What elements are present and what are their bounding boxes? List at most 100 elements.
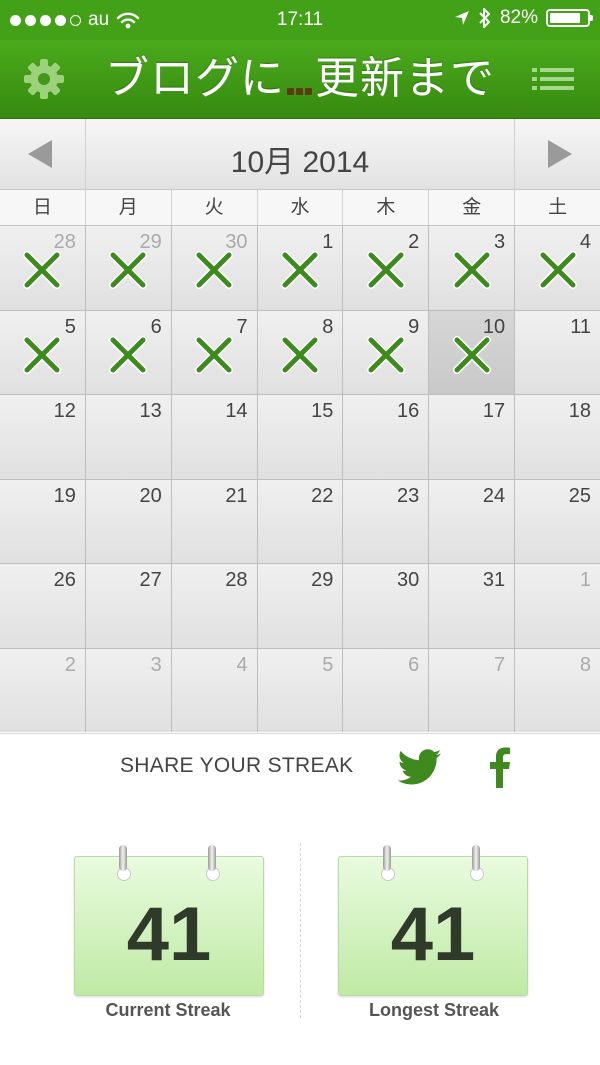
- streak-divider: [300, 843, 301, 1018]
- nav-bar: ブログに 更新まで: [0, 40, 600, 119]
- calendar-grid: 28 29 30 1 2 3 4 5 6 7 8 9 10 11 12 13 14 15 16 17 18 19 20 21 2…: [0, 226, 600, 732]
- day-number: 6: [408, 653, 420, 676]
- arrow-right-icon: [548, 140, 572, 168]
- calendar-day-cell[interactable]: 8: [257, 310, 343, 394]
- calendar-day-cell[interactable]: 24: [429, 479, 515, 563]
- calendar-day-cell[interactable]: 18: [515, 395, 600, 479]
- facebook-icon[interactable]: [484, 746, 514, 788]
- status-right: 82%: [454, 7, 593, 29]
- day-number: 15: [311, 400, 334, 422]
- battery-icon: [546, 9, 593, 27]
- longest-streak-label: Longest Streak: [368, 1000, 500, 1020]
- calendar-day-cell[interactable]: 17: [429, 395, 515, 479]
- weekday-wed: 水: [258, 190, 344, 225]
- card-ring-icon: [119, 845, 127, 871]
- share-bar: SHARE YOUR STREAK: [0, 733, 600, 799]
- card-ring-icon: [383, 845, 391, 871]
- weekday-sun: 日: [0, 190, 86, 225]
- menu-icon[interactable]: [532, 68, 574, 90]
- calendar-day-cell[interactable]: 1: [515, 564, 600, 648]
- calendar-day-cell[interactable]: 28: [171, 564, 257, 648]
- calendar-day-cell[interactable]: 13: [85, 395, 171, 479]
- calendar-day-cell[interactable]: 4: [171, 648, 257, 732]
- calendar-day-cell[interactable]: 6: [343, 648, 429, 732]
- check-x-icon: [452, 335, 491, 374]
- weekday-fri: 金: [429, 190, 516, 225]
- check-x-icon: [538, 251, 577, 290]
- calendar-day-cell[interactable]: 27: [85, 564, 171, 648]
- calendar-day-cell[interactable]: 14: [171, 395, 257, 479]
- calendar-day-cell[interactable]: 21: [171, 479, 257, 563]
- calendar-day-cell[interactable]: 28: [0, 226, 85, 310]
- day-number: 4: [236, 653, 248, 676]
- day-number: 25: [568, 484, 591, 507]
- calendar-day-cell[interactable]: 23: [343, 479, 429, 563]
- day-number: 17: [482, 400, 506, 422]
- check-x-icon: [452, 251, 491, 290]
- day-number: 19: [53, 484, 76, 507]
- weekday-thu: 木: [343, 190, 430, 225]
- weekday-header: 日 月 火 水 木 金 土: [0, 190, 600, 226]
- calendar-day-cell[interactable]: 12: [0, 395, 85, 479]
- calendar-day-cell[interactable]: 20: [85, 479, 171, 563]
- gear-icon[interactable]: [22, 57, 66, 101]
- title-part-1: ブログに: [105, 53, 285, 104]
- calendar-day-cell[interactable]: 4: [515, 226, 600, 310]
- weekday-tue: 火: [172, 190, 258, 225]
- calendar-day-cell[interactable]: 3: [429, 226, 515, 310]
- check-x-icon: [23, 251, 62, 290]
- share-label: SHARE YOUR STREAK: [120, 754, 354, 777]
- calendar-day-cell[interactable]: 7: [429, 648, 515, 732]
- calendar-day-cell[interactable]: 16: [343, 395, 429, 479]
- calendar-day-cell[interactable]: 29: [85, 226, 171, 310]
- prev-month-button[interactable]: [0, 119, 86, 189]
- calendar-day-cell[interactable]: 10: [429, 310, 515, 394]
- day-number: 28: [225, 569, 248, 591]
- page-title: ブログに 更新まで: [80, 52, 520, 106]
- calendar-day-cell[interactable]: 7: [171, 310, 257, 394]
- calendar-day-cell[interactable]: 9: [343, 310, 429, 394]
- calendar-day-cell[interactable]: 25: [515, 479, 600, 563]
- calendar-day-cell[interactable]: 29: [257, 564, 343, 648]
- check-x-icon: [280, 335, 319, 374]
- calendar-day-cell[interactable]: 3: [85, 648, 171, 732]
- day-number: 13: [139, 400, 162, 422]
- battery-percent: 82%: [499, 7, 538, 28]
- calendar-day-cell[interactable]: 30: [171, 226, 257, 310]
- day-number: 23: [397, 484, 420, 507]
- calendar-day-cell[interactable]: 5: [257, 648, 343, 732]
- calendar-day-cell[interactable]: 11: [515, 310, 600, 394]
- check-x-icon: [366, 251, 405, 290]
- streak-section: 41 Current Streak 41 Longest Streak: [0, 798, 600, 1065]
- twitter-icon[interactable]: [398, 749, 442, 785]
- card-ring-icon: [472, 845, 480, 871]
- month-header: 10月 2014: [0, 119, 600, 190]
- calendar-day-cell[interactable]: 5: [0, 310, 85, 394]
- calendar-day-cell[interactable]: 1: [257, 226, 343, 310]
- day-number: 8: [322, 315, 334, 338]
- weekday-mon: 月: [86, 190, 172, 225]
- calendar-day-cell[interactable]: 26: [0, 564, 85, 648]
- day-number: 14: [225, 400, 248, 422]
- calendar-day-cell[interactable]: 31: [429, 564, 515, 648]
- check-x-icon: [195, 251, 234, 290]
- battery-fill: [550, 13, 580, 23]
- next-month-button[interactable]: [514, 119, 600, 189]
- calendar-day-cell[interactable]: 19: [0, 479, 85, 563]
- day-number: 8: [579, 653, 591, 676]
- calendar-day-cell[interactable]: 6: [85, 310, 171, 394]
- calendar-day-cell[interactable]: 30: [343, 564, 429, 648]
- card-ring-icon: [208, 845, 216, 871]
- day-number: 31: [482, 569, 506, 591]
- calendar-day-cell[interactable]: 2: [343, 226, 429, 310]
- location-arrow-icon: [454, 11, 469, 25]
- check-x-icon: [280, 251, 319, 290]
- current-streak-label: Current Streak: [105, 1000, 231, 1020]
- longest-streak-card: 41: [338, 845, 528, 996]
- day-number: 27: [139, 569, 162, 591]
- calendar-day-cell[interactable]: 22: [257, 479, 343, 563]
- calendar-day-cell[interactable]: 15: [257, 395, 343, 479]
- calendar-day-cell[interactable]: 2: [0, 648, 85, 732]
- calendar-day-cell[interactable]: 8: [515, 648, 600, 732]
- day-number: 16: [397, 400, 420, 422]
